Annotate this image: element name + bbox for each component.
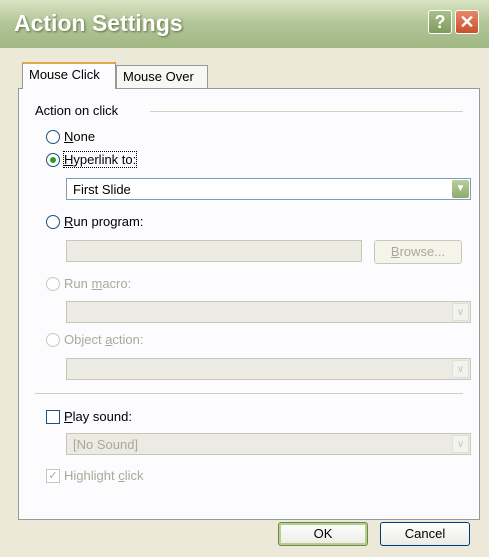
chevron-down-icon[interactable]: ∨: [452, 360, 469, 378]
hyperlink-target-value: First Slide: [73, 182, 131, 197]
chevron-down-icon[interactable]: ∨: [452, 435, 469, 453]
radio-run-macro[interactable]: [46, 277, 60, 291]
highlight-click-label[interactable]: Highlight click: [64, 468, 143, 483]
radio-object-action-label[interactable]: Object action:: [64, 332, 144, 347]
radio-none-label[interactable]: None: [64, 129, 95, 144]
run-macro-select[interactable]: ∨: [66, 301, 471, 323]
title-bar[interactable]: Action Settings ? ✕: [0, 0, 489, 48]
radio-run-program[interactable]: [46, 215, 60, 229]
radio-hyperlink-label[interactable]: Hyperlink to:: [62, 151, 138, 168]
group-label-action-on-click: Action on click: [35, 103, 123, 118]
ok-button[interactable]: OK: [278, 522, 368, 546]
radio-hyperlink[interactable]: [46, 153, 60, 167]
radio-object-action[interactable]: [46, 333, 60, 347]
cancel-button[interactable]: Cancel: [380, 522, 470, 546]
tab-mouse-click[interactable]: Mouse Click: [22, 62, 116, 89]
play-sound-value: [No Sound]: [73, 437, 139, 452]
radio-run-macro-label[interactable]: Run macro:: [64, 276, 131, 291]
hyperlink-target-select[interactable]: First Slide ▼: [66, 178, 471, 200]
browse-button[interactable]: Browse...: [374, 240, 462, 264]
radio-none[interactable]: [46, 130, 60, 144]
play-sound-label[interactable]: Play sound:: [64, 409, 132, 424]
chevron-down-icon[interactable]: ▼: [452, 180, 469, 198]
highlight-click-checkbox[interactable]: ✓: [46, 469, 60, 483]
run-program-input[interactable]: [66, 240, 362, 262]
section-divider: [35, 393, 463, 394]
window-title: Action Settings: [14, 10, 183, 36]
group-divider: [150, 111, 463, 112]
play-sound-select[interactable]: [No Sound] ∨: [66, 433, 471, 455]
tab-mouse-over[interactable]: Mouse Over: [116, 65, 208, 89]
play-sound-checkbox[interactable]: [46, 410, 60, 424]
object-action-select[interactable]: ∨: [66, 358, 471, 380]
chevron-down-icon[interactable]: ∨: [452, 303, 469, 321]
help-icon[interactable]: ?: [428, 10, 452, 34]
close-icon[interactable]: ✕: [455, 10, 479, 34]
radio-run-program-label[interactable]: Run program:: [64, 214, 143, 229]
